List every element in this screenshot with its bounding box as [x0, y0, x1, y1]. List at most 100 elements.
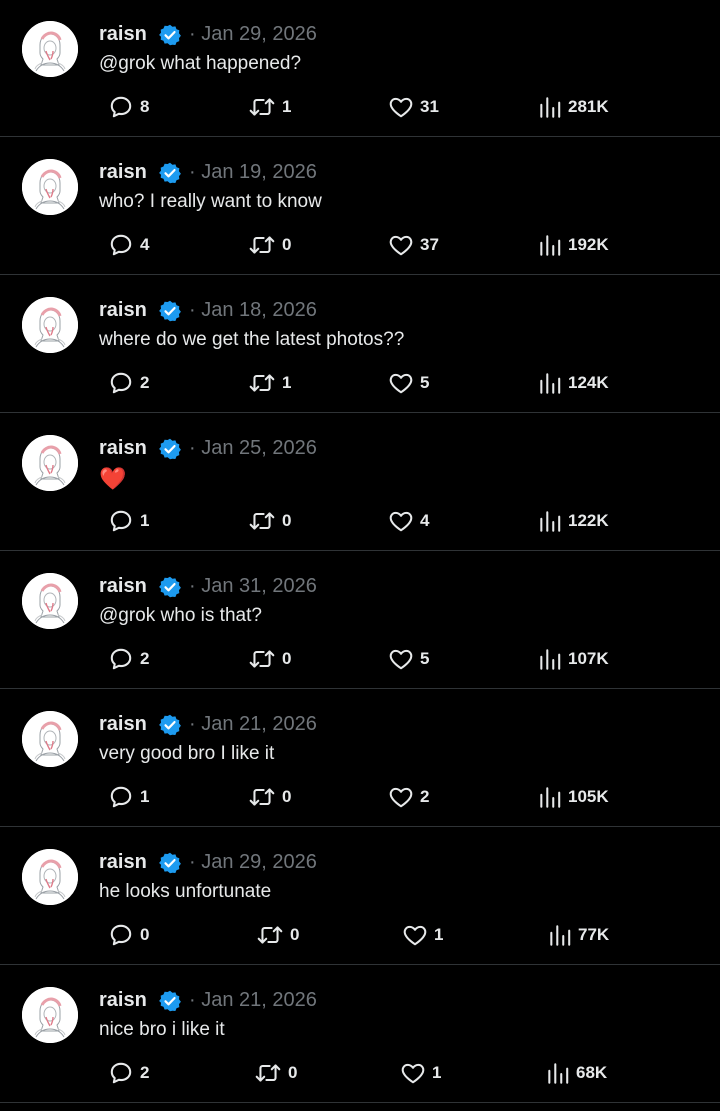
avatar[interactable] — [22, 435, 78, 491]
reply-button[interactable]: 2 — [108, 646, 149, 672]
tweet-date[interactable]: · Jan 29, 2026 — [189, 850, 317, 874]
display-name[interactable]: raisn — [99, 574, 147, 598]
reply-icon — [108, 370, 134, 396]
like-button[interactable]: 2 — [388, 784, 429, 810]
verified-badge-icon — [158, 575, 182, 599]
heart-icon — [388, 646, 414, 672]
reply-button[interactable]: 0 — [108, 922, 149, 948]
like-button[interactable]: 37 — [388, 232, 439, 258]
avatar[interactable] — [22, 849, 78, 905]
like-count: 2 — [420, 787, 430, 806]
tweet[interactable]: raisn · Jan 19, 2026 who? I really want … — [0, 138, 720, 275]
reply-icon — [108, 784, 134, 810]
views-button[interactable]: 122K — [538, 508, 609, 534]
like-button[interactable]: 1 — [402, 922, 443, 948]
reply-button[interactable]: 8 — [108, 94, 149, 120]
views-button[interactable]: 105K — [538, 784, 609, 810]
reply-icon — [108, 1060, 134, 1086]
tweet-text: where do we get the latest photos?? — [99, 329, 405, 350]
retweet-button[interactable]: 1 — [248, 94, 291, 120]
retweet-button[interactable]: 0 — [256, 922, 299, 948]
views-count: 122K — [568, 511, 609, 530]
avatar[interactable] — [22, 21, 78, 77]
tweet-date[interactable]: · Jan 31, 2026 — [189, 574, 317, 598]
retweet-icon — [248, 508, 276, 534]
views-icon — [548, 922, 572, 948]
views-icon — [538, 508, 562, 534]
avatar[interactable] — [22, 573, 78, 629]
verified-badge-icon — [158, 161, 182, 185]
views-icon — [538, 646, 562, 672]
views-button[interactable]: 107K — [538, 646, 609, 672]
display-name[interactable]: raisn — [99, 850, 147, 874]
reply-icon — [108, 508, 134, 534]
tweet[interactable]: raisn · Jan 29, 2026 he looks unfortunat… — [0, 828, 720, 965]
avatar[interactable] — [22, 711, 78, 767]
views-icon — [538, 232, 562, 258]
tweet-date[interactable]: · Jan 18, 2026 — [189, 298, 317, 322]
reply-button[interactable]: 2 — [108, 1060, 149, 1086]
reply-button[interactable]: 2 — [108, 370, 149, 396]
reply-count: 4 — [140, 235, 150, 254]
tweet[interactable]: raisn · Jan 21, 2026 very good bro I lik… — [0, 690, 720, 827]
tweet[interactable]: raisn · Jan 21, 2026 nice bro i like it … — [0, 966, 720, 1103]
reply-button[interactable]: 1 — [108, 784, 149, 810]
tweet[interactable]: raisn · Jan 18, 2026 where do we get the… — [0, 276, 720, 413]
retweet-count: 0 — [282, 235, 292, 254]
like-button[interactable]: 4 — [388, 508, 429, 534]
tweet-text: who? I really want to know — [99, 191, 322, 212]
like-count: 5 — [420, 649, 430, 668]
reply-count: 1 — [140, 787, 150, 806]
views-button[interactable]: 68K — [546, 1060, 607, 1086]
retweet-button[interactable]: 1 — [248, 370, 291, 396]
retweet-button[interactable]: 0 — [248, 646, 291, 672]
display-name[interactable]: raisn — [99, 712, 147, 736]
display-name[interactable]: raisn — [99, 160, 147, 184]
display-name[interactable]: raisn — [99, 436, 147, 460]
like-button[interactable]: 5 — [388, 370, 429, 396]
retweet-button[interactable]: 0 — [248, 508, 291, 534]
views-button[interactable]: 281K — [538, 94, 609, 120]
like-button[interactable]: 31 — [388, 94, 439, 120]
like-button[interactable]: 5 — [388, 646, 429, 672]
retweet-button[interactable]: 0 — [248, 232, 291, 258]
verified-badge-icon — [158, 713, 182, 737]
tweet-date[interactable]: · Jan 21, 2026 — [189, 712, 317, 736]
tweet-date[interactable]: · Jan 25, 2026 — [189, 436, 317, 460]
like-button[interactable]: 1 — [400, 1060, 441, 1086]
reply-count: 2 — [140, 649, 150, 668]
retweet-icon — [254, 1060, 282, 1086]
heart-icon — [388, 784, 414, 810]
tweet[interactable]: raisn · Jan 25, 2026 ❤️ 1 0 4 122K — [0, 414, 720, 551]
tweet[interactable]: raisn · Jan 29, 2026 @grok what happened… — [0, 0, 720, 137]
avatar[interactable] — [22, 159, 78, 215]
heart-icon — [388, 508, 414, 534]
tweet-date[interactable]: · Jan 29, 2026 — [189, 22, 317, 46]
retweet-icon — [256, 922, 284, 948]
avatar[interactable] — [22, 987, 78, 1043]
heart-icon — [400, 1060, 426, 1086]
like-count: 1 — [434, 925, 444, 944]
views-button[interactable]: 192K — [538, 232, 609, 258]
display-name[interactable]: raisn — [99, 22, 147, 46]
retweet-count: 0 — [288, 1063, 298, 1082]
avatar[interactable] — [22, 297, 78, 353]
views-button[interactable]: 77K — [548, 922, 609, 948]
reply-icon — [108, 94, 134, 120]
views-icon — [538, 94, 562, 120]
retweet-button[interactable]: 0 — [248, 784, 291, 810]
reply-button[interactable]: 1 — [108, 508, 149, 534]
like-count: 37 — [420, 235, 439, 254]
display-name[interactable]: raisn — [99, 298, 147, 322]
views-button[interactable]: 124K — [538, 370, 609, 396]
reply-feed: raisn · Jan 29, 2026 @grok what happened… — [0, 0, 720, 1111]
reply-button[interactable]: 4 — [108, 232, 149, 258]
display-name[interactable]: raisn — [99, 988, 147, 1012]
reply-icon — [108, 646, 134, 672]
tweet-date[interactable]: · Jan 19, 2026 — [189, 160, 317, 184]
tweet[interactable]: raisn · Jan 31, 2026 @grok who is that? … — [0, 552, 720, 689]
retweet-button[interactable]: 0 — [254, 1060, 297, 1086]
tweet-date[interactable]: · Jan 21, 2026 — [189, 988, 317, 1012]
tweet-text: @grok who is that? — [99, 605, 262, 626]
views-icon — [546, 1060, 570, 1086]
